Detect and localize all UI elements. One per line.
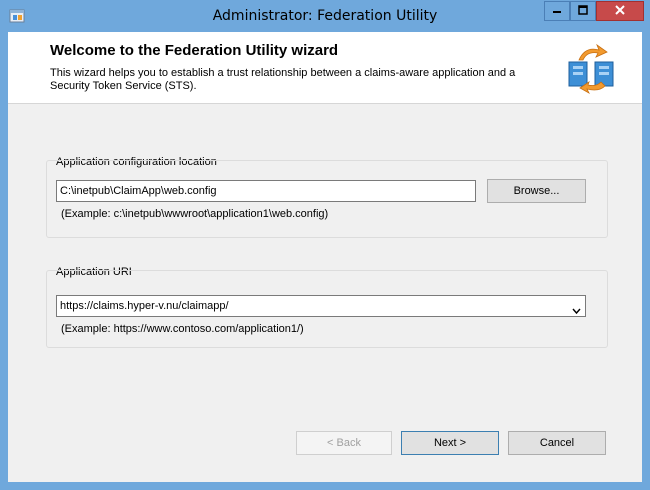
app-uri-example: (Example: https://www.contoso.com/applic… (61, 323, 304, 335)
wizard-header: Welcome to the Federation Utility wizard… (8, 32, 642, 104)
title-bar[interactable]: Administrator: Federation Utility (0, 0, 650, 32)
close-icon (614, 4, 626, 19)
back-button[interactable]: < Back (296, 431, 392, 455)
federation-sync-icon (565, 42, 619, 94)
next-button[interactable]: Next > (401, 431, 499, 455)
browse-button[interactable]: Browse... (487, 179, 586, 203)
app-config-path-input[interactable]: C:\inetpub\ClaimApp\web.config (56, 180, 476, 202)
wizard-body: Application configuration location C:\in… (8, 104, 642, 482)
app-uri-value: https://claims.hyper-v.nu/claimapp/ (60, 300, 229, 312)
minimize-icon (552, 4, 562, 18)
wizard-window: Administrator: Federation Utility Welcom… (0, 0, 650, 490)
app-config-example: (Example: c:\inetpub\wwwroot\application… (61, 208, 329, 220)
maximize-icon (578, 4, 588, 18)
page-title: Welcome to the Federation Utility wizard (50, 42, 339, 59)
page-description: This wizard helps you to establish a tru… (50, 67, 516, 92)
app-uri-select[interactable]: https://claims.hyper-v.nu/claimapp/ (56, 295, 586, 317)
chevron-down-icon[interactable] (572, 302, 581, 315)
minimize-button[interactable] (544, 1, 570, 21)
maximize-button[interactable] (570, 1, 596, 21)
close-button[interactable] (596, 1, 644, 21)
cancel-button[interactable]: Cancel (508, 431, 606, 455)
